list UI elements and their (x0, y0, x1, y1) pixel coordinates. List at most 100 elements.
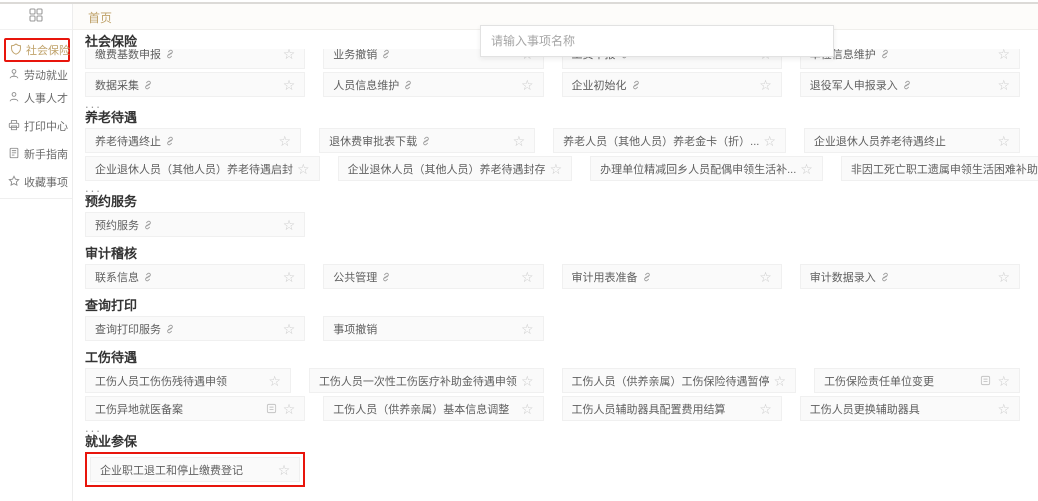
favorite-star-icon[interactable]: ☆ (759, 78, 772, 92)
favorite-star-icon[interactable]: ☆ (283, 402, 296, 416)
sidebar: 社会保险劳动就业人事人才打印中心新手指南收藏事项 (0, 4, 73, 501)
service-item-label: 企业退休人员（其他人员）养老待遇启封 (95, 163, 293, 176)
sidebar-item-guide[interactable]: 新手指南 (0, 144, 72, 164)
favorite-star-icon[interactable]: ☆ (268, 374, 281, 388)
favorite-star-icon[interactable]: ☆ (997, 402, 1010, 416)
service-item-card[interactable]: 工伤人员（供养亲属）基本信息调整 ☆ (323, 396, 544, 421)
service-item-card[interactable]: 工伤异地就医备案 ☆ (85, 396, 306, 421)
favorite-star-icon[interactable]: ☆ (997, 374, 1010, 388)
favorite-star-icon[interactable]: ☆ (521, 322, 534, 336)
service-item-label: 工伤异地就医备案 (95, 403, 183, 416)
favorite-star-icon[interactable]: ☆ (513, 134, 526, 148)
highlight-annotation-sidebar: 社会保险 (4, 38, 70, 62)
link-icon (381, 49, 391, 59)
favorite-star-icon[interactable]: ☆ (283, 49, 296, 61)
service-item-label: 联系信息 (95, 271, 139, 284)
service-item-card[interactable]: 工伤保险责任单位变更 ☆ (814, 368, 1020, 393)
sidebar-item-employment[interactable]: 劳动就业 (0, 65, 72, 85)
section-title-chaxun: 查询打印 (85, 298, 138, 313)
sidebar-item-label: 打印中心 (24, 121, 68, 133)
service-item-label: 人员信息维护 (333, 79, 400, 92)
sidebar-item-talent[interactable]: 人事人才 (0, 88, 72, 108)
sidebar-nav: 社会保险劳动就业人事人才打印中心新手指南收藏事项 (0, 30, 72, 199)
favorite-star-icon[interactable]: ☆ (297, 162, 310, 176)
favorite-star-icon[interactable]: ☆ (521, 374, 534, 388)
search-input[interactable] (481, 34, 833, 48)
service-item-card[interactable]: 企业退休人员（其他人员）养老待遇启封 ☆ (85, 156, 320, 181)
talent-icon (8, 91, 20, 106)
favorite-star-icon[interactable]: ☆ (550, 162, 563, 176)
sidebar-item-favorites[interactable]: 收藏事项 (0, 172, 72, 192)
favorite-star-icon[interactable]: ☆ (283, 78, 296, 92)
link-icon (165, 136, 175, 146)
link-icon (143, 220, 153, 230)
tab-home[interactable]: 首页 (88, 9, 112, 26)
section-title-gongshang: 工伤待遇 (85, 350, 138, 365)
service-item-label: 事项撤销 (333, 323, 378, 336)
favorite-star-icon[interactable]: ☆ (800, 162, 813, 176)
service-item-label: 工伤人员一次性工伤医疗补助金待遇申领 (318, 375, 517, 388)
favorite-star-icon[interactable]: ☆ (521, 402, 534, 416)
apps-grid-icon[interactable] (29, 8, 43, 25)
service-item-card[interactable]: 事项撤销 ☆ (323, 316, 544, 341)
favorite-star-icon[interactable]: ☆ (774, 374, 787, 388)
favorite-star-icon[interactable]: ☆ (997, 78, 1010, 92)
service-item-card[interactable]: 退休费审批表下载 ☆ (319, 128, 536, 153)
link-icon (143, 272, 153, 282)
service-item-card[interactable]: 企业职工退工和停止缴费登记 ☆ (90, 457, 301, 482)
service-item-card[interactable]: 人员信息维护 ☆ (323, 72, 544, 97)
service-item-card[interactable]: 工伤人员辅助器具配置费用结算 ☆ (561, 396, 782, 421)
favorite-star-icon[interactable]: ☆ (759, 402, 772, 416)
service-item-label: 养老人员（其他人员）养老金卡（折）... (563, 135, 760, 148)
service-item-label: 工伤人员工伤伤残待遇申领 (95, 375, 227, 388)
service-item-label: 公共管理 (333, 271, 378, 284)
service-item-card[interactable]: 工伤人员更换辅助器具 ☆ (799, 396, 1020, 421)
sidebar-header[interactable] (0, 4, 72, 30)
service-item-card[interactable]: 查询打印服务 ☆ (85, 316, 306, 341)
favorite-star-icon[interactable]: ☆ (283, 218, 296, 232)
service-item-card[interactable]: 工伤人员工伤伤残待遇申领 ☆ (85, 368, 291, 393)
favorite-star-icon[interactable]: ☆ (763, 134, 776, 148)
sidebar-item-print-center[interactable]: 打印中心 (0, 116, 72, 136)
service-item-card[interactable]: 审计数据录入 ☆ (799, 264, 1020, 289)
section-title-yanglao: 养老待遇 (85, 110, 138, 125)
sidebar-divider (0, 198, 72, 199)
service-item-label: 办理单位精减回乡人员配偶申领生活补... (600, 163, 797, 176)
favorite-star-icon[interactable]: ☆ (997, 49, 1010, 61)
favorite-star-icon[interactable]: ☆ (278, 463, 291, 477)
insurance-icon (10, 42, 22, 58)
highlight-annotation-card: 企业职工退工和停止缴费登记 ☆ (85, 452, 306, 487)
service-item-card[interactable]: 工伤人员（供养亲属）工伤保险待遇暂停 ☆ (561, 368, 797, 393)
service-row: 企业退休人员（其他人员）养老待遇启封 ☆ 企业退休人员（其他人员）养老待遇封存 ☆ 办理… (85, 156, 1038, 181)
favorite-star-icon[interactable]: ☆ (521, 270, 534, 284)
service-item-card[interactable]: 非因工死亡职工遗属申领生活困难补助费☆ (840, 156, 1038, 181)
service-item-card[interactable]: 养老待遇终止 ☆ (85, 128, 302, 153)
service-item-card[interactable]: 预约服务 ☆ (85, 212, 306, 237)
service-item-card[interactable]: 数据采集 ☆ (85, 72, 306, 97)
service-item-card[interactable]: 企业退休人员养老待遇终止 ☆ (803, 128, 1020, 153)
service-item-card[interactable]: 公共管理 ☆ (323, 264, 544, 289)
favorite-star-icon[interactable]: ☆ (283, 322, 296, 336)
service-item-card[interactable]: 审计用表准备 ☆ (561, 264, 782, 289)
link-icon (880, 49, 890, 59)
favorite-star-icon[interactable]: ☆ (997, 270, 1010, 284)
service-item-card[interactable]: 企业退休人员（其他人员）养老待遇封存 ☆ (337, 156, 573, 181)
service-item-card[interactable]: 养老人员（其他人员）养老金卡（折）... ☆ (553, 128, 786, 153)
sidebar-item-social-insurance[interactable]: 社会保险 (6, 40, 70, 60)
service-item-card[interactable]: 退役军人申报录入 ☆ (799, 72, 1020, 97)
favorite-star-icon[interactable]: ☆ (283, 270, 296, 284)
favorite-star-icon[interactable]: ☆ (279, 134, 292, 148)
favorite-star-icon[interactable]: ☆ (997, 134, 1010, 148)
service-item-card[interactable]: 工伤人员一次性工伤医疗补助金待遇申领 ☆ (308, 368, 544, 393)
document-icon (266, 403, 277, 414)
more-items-indicator: ... (85, 96, 102, 111)
service-item-card[interactable]: 联系信息 ☆ (85, 264, 306, 289)
service-item-card[interactable]: 企业初始化 ☆ (561, 72, 782, 97)
sidebar-item-label: 劳动就业 (24, 70, 68, 82)
service-item-card[interactable]: 缴费基数申报 ☆ (85, 49, 306, 69)
service-item-card[interactable]: 办理单位精减回乡人员配偶申领生活补... ☆ (590, 156, 823, 181)
service-item-label: 非因工死亡职工遗属申领生活困难补助费 (850, 163, 1038, 176)
favorite-star-icon[interactable]: ☆ (759, 270, 772, 284)
favorite-star-icon[interactable]: ☆ (521, 78, 534, 92)
sidebar-item-label: 社会保险 (26, 45, 70, 57)
